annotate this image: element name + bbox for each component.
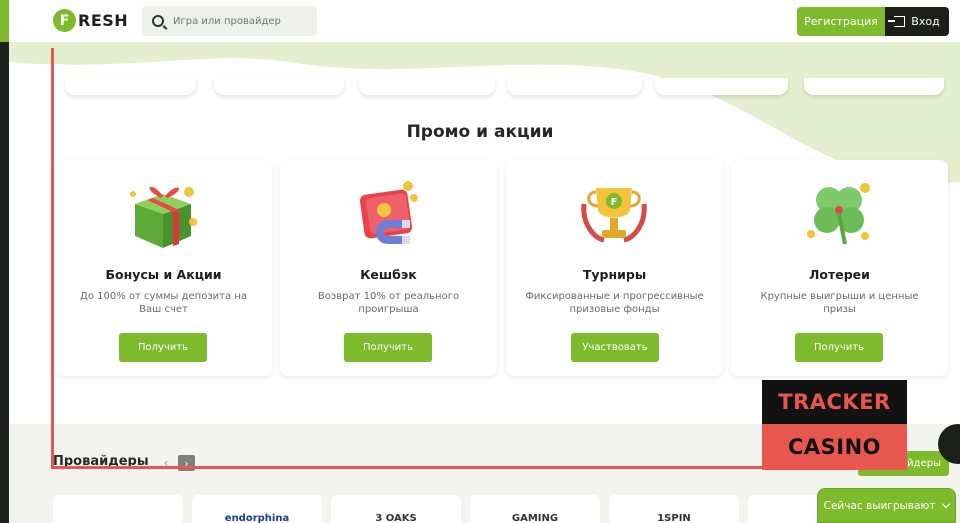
category-tab[interactable] [507, 78, 642, 95]
chevron-down-icon [942, 499, 951, 509]
watermark-tracker: TRACKER [762, 380, 907, 424]
logo[interactable]: F RESH [53, 9, 128, 32]
logo-text: RESH [78, 11, 129, 30]
promo-card-bonuses: Бонусы и Акции До 100% от суммы депозита… [55, 160, 272, 376]
left-sidebar-strip [0, 0, 9, 523]
logo-mark: F [53, 9, 76, 32]
promo-card-description: Возврат 10% от реального проигрыша [317, 291, 460, 315]
login-label: Вход [911, 15, 940, 28]
get-bonus-button[interactable]: Получить [119, 333, 207, 362]
provider-tile[interactable] [748, 495, 818, 523]
watermark-casino: CASINO [762, 424, 907, 470]
clover-icon [807, 183, 870, 245]
search-icon [152, 15, 164, 27]
category-tab[interactable] [359, 78, 495, 95]
search-box[interactable] [142, 6, 317, 36]
svg-text:F: F [611, 197, 618, 208]
promo-card-title: Бонусы и Акции [105, 267, 222, 282]
sidebar-accent [0, 0, 9, 42]
promo-card-description: Крупные выигрыши и ценные призы [760, 291, 919, 315]
search-input[interactable] [173, 15, 313, 27]
provider-tile[interactable]: endorphina [192, 495, 322, 523]
category-tab[interactable] [65, 78, 196, 95]
provider-tile[interactable]: GAMING [470, 495, 600, 523]
provider-tile[interactable]: 3 OAKS [331, 495, 461, 523]
category-tab[interactable] [804, 78, 944, 95]
now-winning-label: Сейчас выигрывают [823, 499, 936, 512]
promo-card-title: Кешбэк [360, 267, 417, 282]
annotation-frame-left [51, 48, 54, 469]
wallet-magnet-icon [359, 181, 418, 244]
promo-card-description: Фиксированные и прогрессивные призовые ф… [525, 291, 704, 315]
now-winning-toggle[interactable]: Сейчас выигрывают [817, 488, 956, 523]
category-tab[interactable] [655, 78, 788, 95]
provider-tile[interactable] [53, 495, 183, 523]
promo-card-cashback: Кешбэк Возврат 10% от реального проигрыш… [280, 160, 497, 376]
promo-card-title: Лотереи [809, 267, 870, 282]
promo-card-description: До 100% от суммы депозита на Ваш счет [80, 291, 247, 315]
get-lottery-button[interactable]: Получить [795, 333, 883, 362]
promo-section-title: Промо и акции [406, 122, 554, 142]
gift-icon [130, 186, 197, 248]
promo-card-lotteries: Лотереи Крупные выигрыши и ценные призы … [731, 160, 948, 376]
login-icon [888, 16, 906, 27]
trophy-icon: F [581, 188, 647, 243]
login-button[interactable]: Вход [885, 7, 949, 36]
register-button[interactable]: Регистрация [797, 7, 885, 36]
participate-button[interactable]: Участвовать [571, 333, 659, 362]
provider-tile[interactable]: 1SPIN [609, 495, 739, 523]
get-cashback-button[interactable]: Получить [344, 333, 432, 362]
category-tab[interactable] [214, 78, 344, 95]
promo-card-title: Турниры [582, 267, 647, 282]
promo-card-tournaments: F Турниры Фиксированные и прогрессивные … [506, 160, 723, 376]
site-header: F RESH Регистрация Вход [9, 0, 960, 42]
annotation-frame-bottom [51, 466, 764, 469]
